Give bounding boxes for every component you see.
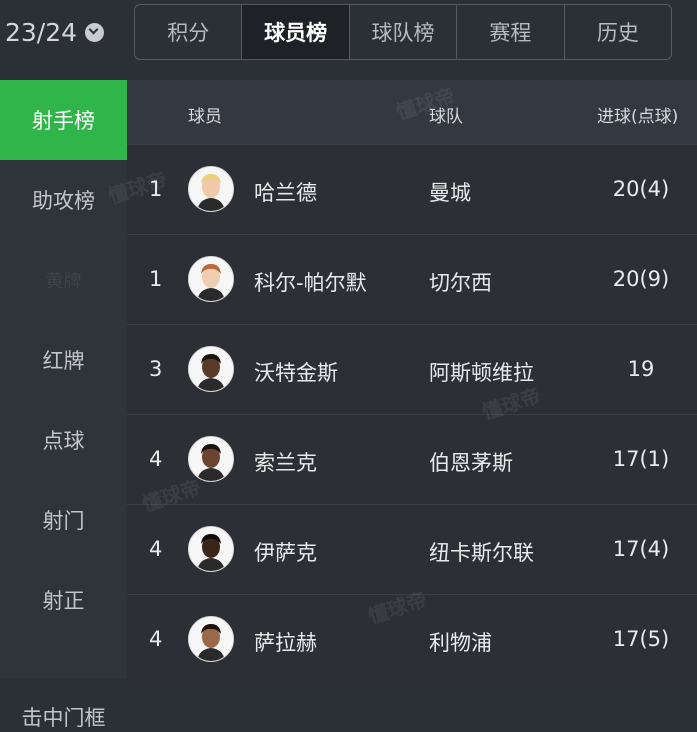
sidebar-item-yellow-cards[interactable]: 黄牌 [0, 240, 127, 320]
sidebar-item-red-cards[interactable]: 红牌 [0, 320, 127, 400]
player-photo-icon [189, 437, 233, 481]
goals-value: 19 [627, 357, 655, 381]
sidebar-item-assists[interactable]: 助攻榜 [0, 160, 127, 240]
rank: 1 [149, 267, 163, 291]
table-row[interactable]: 4 索兰克 伯恩茅斯 17(1) [127, 414, 697, 504]
rank: 4 [149, 627, 163, 651]
header-goals: 进球(点球) [597, 107, 679, 127]
sidebar-item-penalties[interactable]: 点球 [0, 400, 127, 480]
tab-player-rankings[interactable]: 球员榜 [242, 5, 350, 59]
player-photo-icon [189, 527, 233, 571]
table-row[interactable]: 4 伊萨克 纽卡斯尔联 17(4) [127, 504, 697, 594]
rank: 4 [149, 447, 163, 471]
tab-team-rankings[interactable]: 球队榜 [350, 5, 458, 59]
player-avatar[interactable] [188, 616, 234, 662]
goals-value: 20(4) [612, 177, 670, 201]
player-photo-icon [189, 347, 233, 391]
goals-value: 17(5) [612, 627, 670, 651]
sidebar-item-shots[interactable]: 射门 [0, 480, 127, 560]
team-name[interactable]: 曼城 [429, 177, 471, 207]
player-name[interactable]: 科尔-帕尔默 [254, 267, 367, 297]
team-name[interactable]: 伯恩茅斯 [429, 447, 513, 477]
player-avatar[interactable] [188, 346, 234, 392]
team-name[interactable]: 纽卡斯尔联 [429, 537, 534, 567]
player-avatar[interactable] [188, 526, 234, 572]
top-bar: 23/24 积分 球员榜 球队榜 赛程 历史 [0, 0, 697, 80]
player-name[interactable]: 伊萨克 [254, 537, 317, 567]
rank: 4 [149, 537, 163, 561]
tab-schedule[interactable]: 赛程 [457, 5, 565, 59]
team-name[interactable]: 阿斯顿维拉 [429, 357, 534, 387]
rank: 1 [149, 177, 163, 201]
goals-value: 17(1) [612, 447, 670, 471]
header-player: 球员 [188, 107, 222, 127]
sidebar-item-top-scorers[interactable]: 射手榜 [0, 80, 127, 160]
player-avatar[interactable] [188, 436, 234, 482]
rankings-table: 球员 球队 进球(点球) 1 哈兰德 曼城 20(4) 1 科尔-帕尔默 切尔西 20(9) 3… [105, 80, 697, 684]
team-name[interactable]: 切尔西 [429, 267, 492, 297]
player-avatar[interactable] [188, 256, 234, 302]
sidebar: 射手榜 助攻榜 黄牌 红牌 点球 射门 射正 击中门框 [0, 80, 127, 730]
player-avatar[interactable] [188, 166, 234, 212]
player-photo-icon [189, 257, 233, 301]
sidebar-item-woodwork[interactable]: 击中门框 [0, 640, 127, 730]
table-header: 球员 球队 进球(点球) [127, 80, 697, 144]
team-name[interactable]: 利物浦 [429, 627, 492, 657]
tab-standings[interactable]: 积分 [135, 5, 243, 59]
goals-value: 17(4) [612, 537, 670, 561]
sidebar-item-shots-on-target[interactable]: 射正 [0, 560, 127, 640]
player-name[interactable]: 萨拉赫 [254, 627, 317, 657]
player-name[interactable]: 索兰克 [254, 447, 317, 477]
player-photo-icon [189, 167, 233, 211]
table-row[interactable]: 4 萨拉赫 利物浦 17(5) [127, 594, 697, 684]
table-row[interactable]: 1 科尔-帕尔默 切尔西 20(9) [127, 234, 697, 324]
rank: 3 [149, 357, 163, 381]
table-row[interactable]: 3 沃特金斯 阿斯顿维拉 19 [127, 324, 697, 414]
tab-bar: 积分 球员榜 球队榜 赛程 历史 [134, 4, 672, 60]
goals-value: 20(9) [612, 267, 670, 291]
season-label: 23/24 [5, 17, 78, 47]
season-selector[interactable]: 23/24 [5, 12, 105, 52]
tab-history[interactable]: 历史 [565, 5, 671, 59]
chevron-down-icon [85, 22, 105, 42]
player-name[interactable]: 沃特金斯 [254, 357, 338, 387]
header-team: 球队 [429, 107, 463, 127]
player-photo-icon [189, 617, 233, 661]
table-row[interactable]: 1 哈兰德 曼城 20(4) [127, 144, 697, 234]
player-name[interactable]: 哈兰德 [254, 177, 317, 207]
